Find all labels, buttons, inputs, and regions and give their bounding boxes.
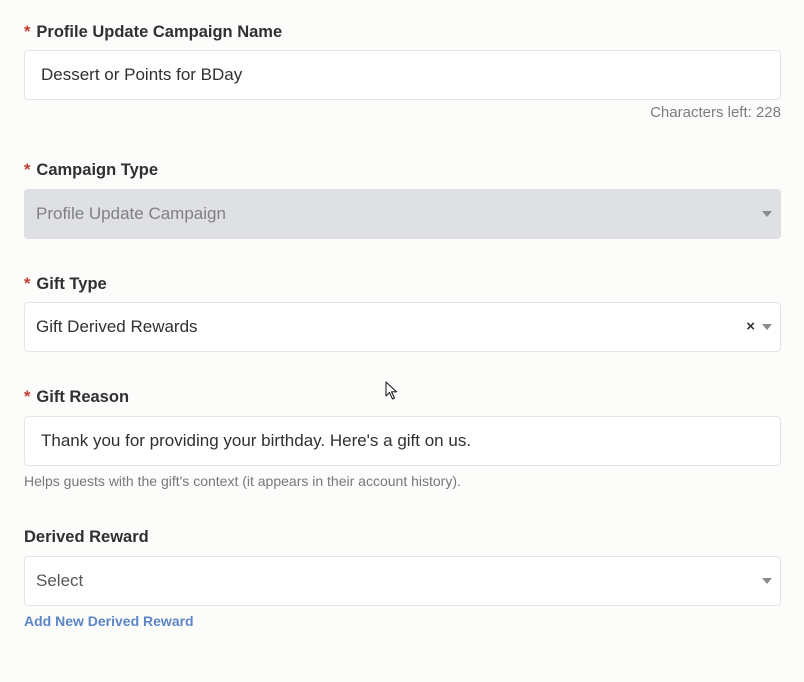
characters-left-counter: Characters left: 228 bbox=[650, 104, 781, 121]
chevron-down-icon bbox=[762, 578, 772, 584]
required-mark: * bbox=[24, 161, 31, 179]
campaign-type-field: * Campaign Type Profile Update Campaign bbox=[24, 158, 781, 239]
campaign-type-label: * Campaign Type bbox=[24, 161, 159, 179]
derived-reward-placeholder: Select bbox=[36, 571, 84, 590]
campaign-name-field: * Profile Update Campaign Name Dessert or… bbox=[24, 20, 781, 121]
campaign-name-label: * Profile Update Campaign Name bbox=[24, 23, 283, 41]
gift-type-label: * Gift Type bbox=[24, 275, 107, 293]
gift-type-field: * Gift Type Gift Derived Rewards × bbox=[24, 272, 781, 352]
gift-type-value: Gift Derived Rewards bbox=[36, 317, 198, 336]
derived-reward-label: Derived Reward bbox=[24, 528, 149, 546]
gift-reason-help-text: Helps guests with the gift's context (it… bbox=[24, 473, 461, 489]
derived-reward-select[interactable]: Select bbox=[24, 556, 781, 606]
gift-reason-input[interactable]: Thank you for providing your birthday. H… bbox=[24, 416, 781, 466]
mouse-pointer-icon bbox=[385, 381, 398, 400]
add-new-derived-reward-link[interactable]: Add New Derived Reward bbox=[24, 613, 194, 629]
campaign-type-select[interactable]: Profile Update Campaign bbox=[24, 189, 781, 239]
derived-reward-field: Derived Reward Select Add New Derived Re… bbox=[24, 525, 781, 629]
required-mark: * bbox=[24, 275, 31, 293]
campaign-name-value: Dessert or Points for BDay bbox=[41, 65, 243, 84]
gift-type-select[interactable]: Gift Derived Rewards × bbox=[24, 302, 781, 352]
chevron-down-icon bbox=[762, 211, 772, 217]
gift-reason-value: Thank you for providing your birthday. H… bbox=[41, 431, 472, 450]
campaign-name-input[interactable]: Dessert or Points for BDay bbox=[24, 50, 781, 100]
required-mark: * bbox=[24, 23, 31, 41]
required-mark: * bbox=[24, 388, 31, 406]
gift-reason-field: * Gift Reason Thank you for providing you… bbox=[24, 385, 781, 489]
campaign-type-value: Profile Update Campaign bbox=[36, 204, 226, 223]
gift-reason-label: * Gift Reason bbox=[24, 388, 130, 406]
chevron-down-icon bbox=[762, 324, 772, 330]
clear-icon[interactable]: × bbox=[746, 303, 755, 351]
